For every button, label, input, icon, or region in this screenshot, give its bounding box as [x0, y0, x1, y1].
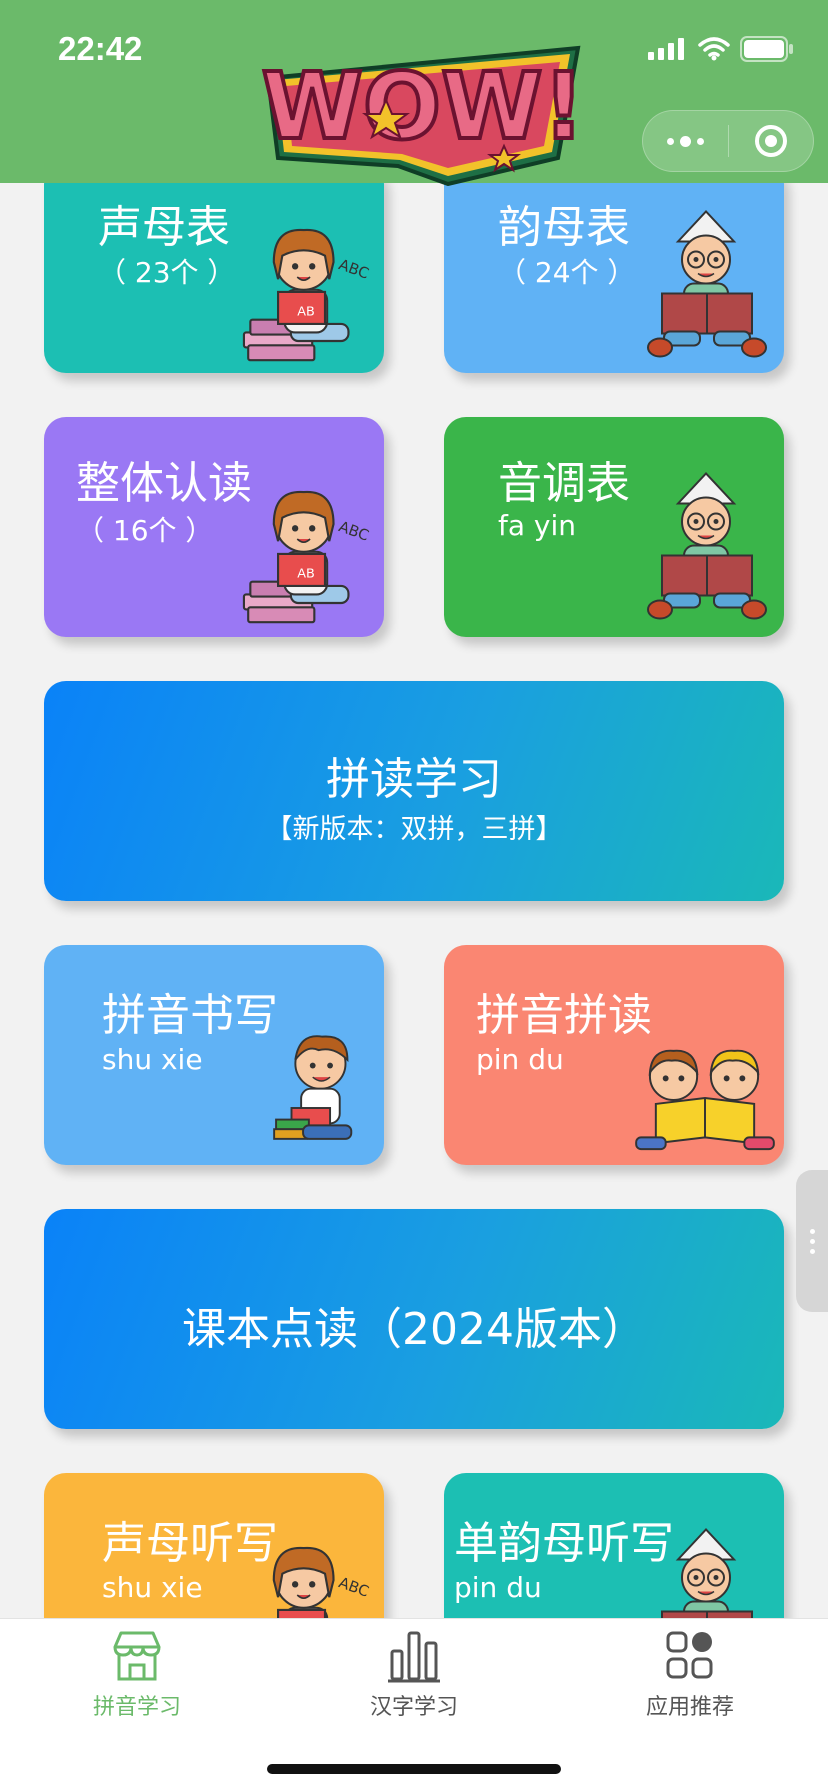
card-subtitle: （ 23个 ） — [98, 256, 236, 289]
apps-grid-icon — [666, 1631, 713, 1679]
boy-reading-illustration — [644, 205, 774, 370]
status-time: 22:42 — [58, 30, 143, 67]
status-icons — [648, 36, 794, 62]
bar-chart-icon — [388, 1631, 440, 1683]
card-pinyin-reading[interactable]: 拼音拼读 pin du — [444, 945, 784, 1165]
card-shengmu-table[interactable]: 声母表 （ 23个 ） — [44, 183, 384, 373]
tab-label: 应用推荐 — [645, 1695, 734, 1720]
store-icon — [113, 1631, 161, 1681]
card-subtitle: shu xie — [102, 1571, 203, 1604]
boy-reading-illustration — [644, 467, 774, 632]
card-subtitle: fa yin — [498, 509, 577, 542]
tab-pinyin-study[interactable]: 拼音学习 — [37, 1629, 237, 1721]
battery-icon — [740, 36, 793, 62]
card-title: 音调表 — [498, 458, 630, 509]
bottom-tab-bar: 拼音学习 汉字学习 应用推荐 — [0, 1618, 828, 1792]
two-kids-reading-illustration — [626, 1041, 784, 1159]
wow-logo-text: WOW! — [261, 53, 584, 160]
card-title: 拼读学习 — [326, 754, 502, 805]
card-title: 拼音拼读 — [476, 990, 652, 1041]
card-subtitle: pin du — [454, 1571, 542, 1604]
card-pindu-study[interactable]: 拼读学习 【新版本：双拼，三拼】 — [44, 681, 784, 901]
miniprogram-capsule — [642, 110, 814, 172]
card-pinyin-writing[interactable]: 拼音书写 shu xie — [44, 945, 384, 1165]
card-subtitle: 【新版本：双拼，三拼】 — [265, 814, 563, 845]
card-textbook-reading[interactable]: 课本点读（2024版本） — [44, 1209, 784, 1429]
target-icon — [754, 125, 787, 157]
more-menu-button[interactable] — [643, 135, 728, 147]
home-indicator[interactable] — [267, 1764, 561, 1774]
main-content: 声母表 （ 23个 ） 韵母表 （ 24个 ） 整体认读 （ 16个 ） 音调表… — [0, 183, 828, 1618]
card-title: 声母表 — [98, 202, 230, 253]
card-zhengti-rendu[interactable]: 整体认读 （ 16个 ） — [44, 417, 384, 637]
boy-reading-illustration — [644, 1523, 774, 1618]
card-subtitle: （ 16个 ） — [76, 514, 214, 547]
girl-reading-illustration — [234, 1531, 384, 1618]
tab-label: 拼音学习 — [92, 1695, 181, 1720]
card-yindiao-table[interactable]: 音调表 fa yin — [444, 417, 784, 637]
card-title: 课本点读（2024版本） — [182, 1304, 646, 1355]
card-subtitle: （ 24个 ） — [498, 256, 636, 289]
girl-reading-illustration — [234, 213, 384, 373]
card-yunmu-table[interactable]: 韵母表 （ 24个 ） — [444, 183, 784, 373]
wow-logo: WOW! — [259, 45, 587, 186]
card-title: 韵母表 — [498, 202, 630, 253]
card-title: 单韵母听写 — [454, 1518, 674, 1569]
card-subtitle: pin du — [476, 1043, 564, 1076]
card-shengmu-dictation[interactable]: 声母听写 shu xie — [44, 1473, 384, 1618]
card-subtitle: shu xie — [102, 1043, 203, 1076]
tab-app-recommend[interactable]: 应用推荐 — [590, 1629, 790, 1721]
card-title: 拼音书写 — [102, 990, 278, 1041]
floating-side-handle[interactable] — [796, 1170, 828, 1312]
boy-with-books-illustration — [266, 1027, 371, 1162]
signal-icon — [648, 38, 684, 60]
wifi-icon — [698, 37, 730, 61]
tab-label: 汉字学习 — [369, 1695, 458, 1720]
card-danyunmu-dictation[interactable]: 单韵母听写 pin du — [444, 1473, 784, 1618]
girl-reading-illustration — [234, 475, 384, 635]
close-miniprogram-button[interactable] — [729, 123, 814, 159]
card-title: 整体认读 — [76, 458, 252, 509]
tab-hanzi-study[interactable]: 汉字学习 — [314, 1629, 514, 1721]
